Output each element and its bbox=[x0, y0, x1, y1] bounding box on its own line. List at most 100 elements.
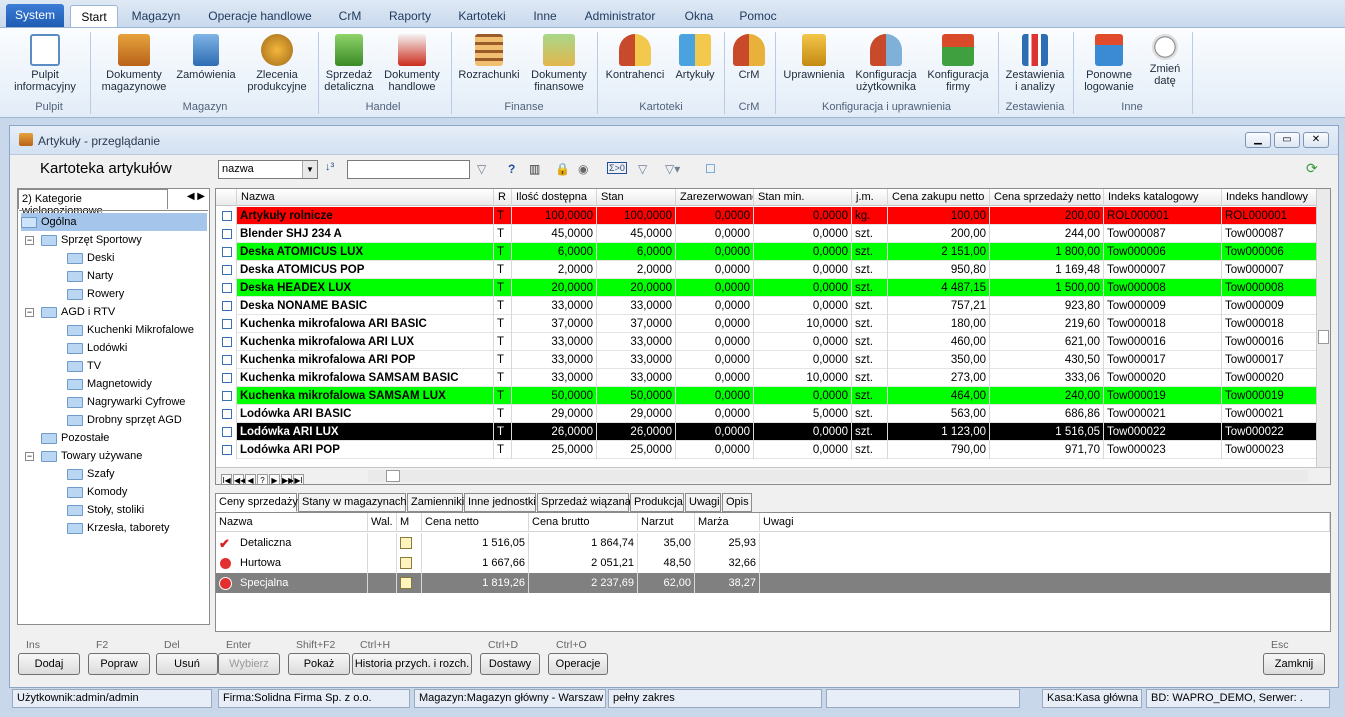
ribbon-dokumenty-magazynowe[interactable]: Dokumenty magazynowe bbox=[96, 32, 172, 93]
tree-node[interactable]: Rowery bbox=[67, 285, 124, 303]
tree-node[interactable]: Szafy bbox=[67, 465, 115, 483]
horizontal-scrollbar[interactable] bbox=[368, 470, 1308, 482]
chevron-down-icon[interactable]: ▼ bbox=[302, 161, 317, 178]
tree-node[interactable]: TV bbox=[67, 357, 101, 375]
menu-start[interactable]: Start bbox=[70, 5, 118, 27]
lock-icon[interactable]: 🔒 bbox=[555, 162, 570, 176]
checkbox[interactable] bbox=[222, 337, 232, 347]
tree-node[interactable]: Towary używane bbox=[41, 447, 142, 465]
sort-field-select[interactable]: nazwa ▼ bbox=[218, 160, 318, 179]
navigator-button[interactable]: ▶▶ bbox=[281, 474, 294, 484]
ribbon-konfiguracja-firmy[interactable]: Konfiguracja firmy bbox=[922, 32, 994, 93]
filter-dropdown-icon[interactable]: ▽▾ bbox=[665, 162, 680, 176]
tree-node[interactable]: AGD i RTV bbox=[41, 303, 115, 321]
menu-pomoc[interactable]: Pomoc bbox=[733, 5, 783, 27]
checkbox[interactable] bbox=[222, 319, 232, 329]
navigator-button[interactable]: ? bbox=[257, 474, 268, 484]
navigator-button[interactable]: I◀ bbox=[221, 474, 232, 484]
price-column-header[interactable]: Narzut bbox=[638, 513, 695, 532]
ribbon-zlecenia-produkcyjne[interactable]: Zlecenia produkcyjne bbox=[240, 32, 314, 93]
filter-clear-icon[interactable]: ▽ bbox=[638, 162, 647, 176]
ribbon-rozrachunki[interactable]: Rozrachunki bbox=[455, 32, 523, 81]
navigator-button[interactable]: ▶ bbox=[269, 474, 280, 484]
edit-cell[interactable] bbox=[397, 573, 422, 593]
search-input[interactable] bbox=[347, 160, 470, 179]
ribbon-uprawnienia[interactable]: Uprawnienia bbox=[779, 32, 849, 81]
tab-2[interactable]: Zamienniki bbox=[407, 493, 464, 512]
checkbox[interactable] bbox=[222, 301, 232, 311]
menu-operacje-handlowe[interactable]: Operacje handlowe bbox=[200, 5, 320, 27]
ribbon-kontrahenci[interactable]: Kontrahenci bbox=[601, 32, 669, 81]
table-row[interactable]: Blender SHJ 234 A T 45,0000 45,0000 0,0000 0,… bbox=[216, 225, 1322, 243]
checkbox[interactable] bbox=[222, 247, 232, 257]
ribbon-konfiguracja-uzytkownika[interactable]: Konfiguracja użytkownika bbox=[850, 32, 922, 93]
price-column-header[interactable]: Uwagi bbox=[760, 513, 1330, 532]
help-icon[interactable]: ? bbox=[508, 162, 515, 176]
ribbon-dokumenty-handlowe[interactable]: Dokumenty handlowe bbox=[379, 32, 445, 93]
price-row[interactable]: Hurtowa 1 667,66 2 051,21 48,50 32,66 bbox=[216, 553, 1330, 573]
tree-node[interactable]: Nagrywarki Cyfrowe bbox=[67, 393, 185, 411]
tab-1[interactable]: Stany w magazynach bbox=[298, 493, 407, 512]
table-row[interactable]: Deska HEADEX LUX T 20,0000 20,0000 0,0000 0,0… bbox=[216, 279, 1322, 297]
checkbox[interactable] bbox=[222, 265, 232, 275]
minimize-button[interactable]: ▁ bbox=[1245, 132, 1271, 148]
tree-node[interactable]: Magnetowidy bbox=[67, 375, 152, 393]
action-button-1[interactable]: Popraw bbox=[88, 653, 150, 675]
ribbon-dokumenty-finansowe[interactable]: Dokumenty finansowe bbox=[525, 32, 593, 93]
tree-node[interactable]: Komody bbox=[67, 483, 127, 501]
collapse-icon[interactable]: − bbox=[25, 236, 34, 245]
price-column-header[interactable]: Wal. bbox=[368, 513, 397, 532]
table-row[interactable]: Deska ATOMICUS POP T 2,0000 2,0000 0,0000 0,0… bbox=[216, 261, 1322, 279]
menu-kartoteki[interactable]: Kartoteki bbox=[450, 5, 514, 27]
ribbon-ponowne-logowanie[interactable]: Ponowne logowanie bbox=[1077, 32, 1141, 93]
navigator-button[interactable]: ◀◀ bbox=[233, 474, 246, 484]
action-button-0[interactable]: Dodaj bbox=[18, 653, 80, 675]
ribbon-zmien-date[interactable]: Zmień datę bbox=[1143, 32, 1187, 87]
tab-5[interactable]: Produkcja bbox=[630, 493, 684, 512]
column-header[interactable]: R bbox=[494, 189, 512, 206]
checkbox-icon[interactable]: ☐ bbox=[705, 162, 716, 176]
column-header[interactable]: Cena zakupu netto bbox=[888, 189, 990, 206]
ribbon-crm[interactable]: CrM bbox=[727, 32, 771, 81]
edit-cell[interactable] bbox=[397, 533, 422, 553]
menu-raporty[interactable]: Raporty bbox=[380, 5, 440, 27]
ribbon-zestawienia[interactable]: Zestawienia i analizy bbox=[1001, 32, 1069, 93]
checkbox[interactable] bbox=[222, 355, 232, 365]
table-row[interactable]: Lodówka ARI LUX T 26,0000 26,0000 0,0000 0,00… bbox=[216, 423, 1322, 441]
table-row[interactable]: Kuchenka mikrofalowa ARI LUX T 33,0000 33,0… bbox=[216, 333, 1322, 351]
ribbon-artykuly[interactable]: Artykuły bbox=[669, 32, 721, 81]
edit-icon[interactable] bbox=[400, 557, 412, 569]
tab-3[interactable]: Inne jednostki bbox=[464, 493, 536, 512]
edit-icon[interactable] bbox=[400, 537, 412, 549]
table-row[interactable]: Kuchenka mikrofalowa SAMSAM BASIC T 33,000… bbox=[216, 369, 1322, 387]
tab-6[interactable]: Uwagi bbox=[685, 493, 721, 512]
menu-crm[interactable]: CrM bbox=[330, 5, 370, 27]
refresh-icon[interactable]: ⟳ bbox=[1306, 160, 1318, 177]
checkbox[interactable] bbox=[222, 373, 232, 383]
scroll-thumb[interactable] bbox=[1318, 330, 1329, 344]
tree-node[interactable]: Pozostałe bbox=[41, 429, 109, 447]
checkbox[interactable] bbox=[222, 391, 232, 401]
tree-node[interactable]: Deski bbox=[67, 249, 115, 267]
menu-okna[interactable]: Okna bbox=[675, 5, 723, 27]
action-button-5[interactable]: Historia przych. i rozch. bbox=[352, 653, 472, 675]
tab-0[interactable]: Ceny sprzedaży bbox=[215, 493, 298, 512]
menu-system[interactable]: System bbox=[6, 4, 64, 27]
column-header[interactable]: Nazwa bbox=[237, 189, 494, 206]
collapse-icon[interactable]: − bbox=[25, 308, 34, 317]
table-row[interactable]: Kuchenka mikrofalowa ARI BASIC T 37,0000 37… bbox=[216, 315, 1322, 333]
action-button-8[interactable]: Zamknij bbox=[1263, 653, 1325, 675]
eye-icon[interactable]: ◉ bbox=[578, 162, 588, 176]
navigator-button[interactable]: ◀ bbox=[245, 474, 256, 484]
tree-node[interactable]: Sprzęt Sportowy bbox=[41, 231, 142, 249]
tree-node[interactable]: Narty bbox=[67, 267, 113, 285]
menu-inne[interactable]: Inne bbox=[525, 5, 565, 27]
column-header[interactable]: Zarezerwowano bbox=[676, 189, 754, 206]
checkbox[interactable] bbox=[222, 445, 232, 455]
price-column-header[interactable]: Cena netto bbox=[422, 513, 529, 532]
barcode-icon[interactable]: ▥ bbox=[529, 162, 540, 176]
tree-node[interactable]: Krzesła, taborety bbox=[67, 519, 170, 537]
tree-node[interactable]: Lodówki bbox=[67, 339, 127, 357]
price-column-header[interactable]: Cena brutto bbox=[529, 513, 638, 532]
navigator-button[interactable]: ▶I bbox=[293, 474, 304, 484]
